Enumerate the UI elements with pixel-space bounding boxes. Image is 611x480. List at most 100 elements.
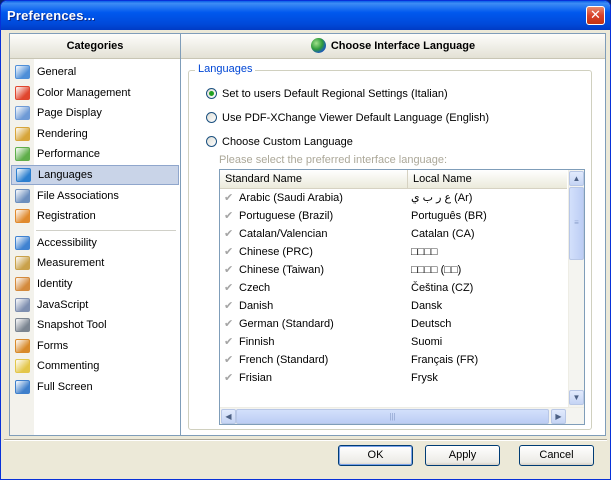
measurement-icon — [15, 256, 30, 271]
sidebar-item-general[interactable]: General — [11, 62, 179, 82]
scroll-down-button[interactable]: ▼ — [569, 390, 584, 405]
language-hint: Please select the preferred interface la… — [219, 154, 448, 166]
sidebar-item-measurement[interactable]: Measurement — [11, 253, 179, 273]
standard-name-cell: German (Standard) — [239, 318, 334, 330]
radio-button[interactable] — [206, 88, 217, 99]
language-row[interactable]: ✔ Danish Dansk — [220, 297, 567, 315]
accessibility-icon — [15, 235, 30, 250]
sidebar-item-commenting[interactable]: Commenting — [11, 356, 179, 376]
language-row[interactable]: ✔ Chinese (Taiwan) □□□□ (□□) — [220, 261, 567, 279]
language-list[interactable]: Standard Name Local Name ✔ Arabic (Saudi … — [219, 169, 585, 425]
checkmark-icon: ✔ — [224, 210, 234, 222]
standard-name-cell: Frisian — [239, 372, 273, 384]
chevron-left-icon: ◀ — [225, 412, 232, 421]
horizontal-scrollbar[interactable]: ◀ ||| ▶ — [220, 407, 584, 424]
title-bar[interactable]: Preferences... ✕ — [1, 1, 610, 30]
checkmark-icon: ✔ — [224, 354, 234, 366]
column-standard-name[interactable]: Standard Name — [220, 170, 408, 188]
sidebar-item-rendering[interactable]: Rendering — [11, 124, 179, 144]
sidebar-item-label: Languages — [38, 169, 93, 181]
dialog-client-area: Categories General Color Management Page D… — [4, 30, 607, 476]
sidebar-item-color-management[interactable]: Color Management — [11, 83, 179, 103]
vertical-scroll-thumb[interactable]: ≡ — [569, 187, 584, 260]
close-button[interactable]: ✕ — [586, 6, 605, 25]
sidebar-item-performance[interactable]: Performance — [11, 144, 179, 164]
sidebar-item-label: Rendering — [37, 127, 88, 140]
local-name-cell: Dansk — [411, 300, 443, 312]
language-row[interactable]: ✔ French (Standard) Français (FR) — [220, 351, 567, 369]
bottom-separator — [4, 439, 607, 441]
rendering-icon — [15, 126, 30, 141]
content-header: Choose Interface Language — [181, 34, 605, 59]
radio-button[interactable] — [206, 112, 217, 123]
grip-icon: ||| — [389, 412, 396, 421]
language-row[interactable]: ✔ Czech Čeština (CZ) — [220, 279, 567, 297]
local-name-cell: Suomi — [411, 336, 443, 348]
language-row[interactable]: ✔ Chinese (PRC) □□□□ — [220, 243, 567, 261]
radio-label: Set to users Default Regional Settings (… — [222, 88, 448, 100]
radio-button[interactable] — [206, 136, 217, 147]
language-row[interactable]: ✔ Finnish Suomi — [220, 333, 567, 351]
chevron-down-icon: ▼ — [572, 393, 581, 402]
sidebar-item-label: File Associations — [37, 189, 119, 202]
sidebar-item-page-display[interactable]: Page Display — [11, 103, 179, 123]
globe-icon — [310, 37, 326, 53]
language-row[interactable]: ✔ German (Standard) Deutsch — [220, 315, 567, 333]
full-screen-icon — [15, 380, 30, 394]
commenting-icon — [15, 359, 30, 374]
forms-icon — [15, 338, 30, 353]
language-row[interactable]: ✔ Portuguese (Brazil) Português (BR) — [220, 207, 567, 225]
standard-name-cell: Danish — [239, 300, 274, 312]
checkmark-icon: ✔ — [224, 192, 234, 204]
radio-label: Use PDF-XChange Viewer Default Language … — [222, 112, 489, 124]
categories-panel: Categories General Color Management Page D… — [9, 33, 181, 436]
languages-group-label: Languages — [195, 63, 256, 75]
horizontal-scroll-thumb[interactable]: ||| — [236, 409, 549, 424]
file-associations-icon — [15, 188, 30, 203]
grip-icon: ≡ — [574, 218, 579, 227]
performance-icon — [15, 147, 30, 162]
local-name-cell: □□□□ — [411, 246, 438, 258]
ok-button[interactable]: OK — [338, 445, 413, 466]
sidebar-item-snapshot-tool[interactable]: Snapshot Tool — [11, 315, 179, 335]
checkmark-icon: ✔ — [224, 228, 234, 240]
standard-name-cell: Arabic (Saudi Arabia) — [239, 192, 343, 204]
registration-icon — [15, 209, 30, 224]
local-name-cell: Deutsch — [411, 318, 452, 330]
scroll-left-button[interactable]: ◀ — [221, 409, 236, 424]
sidebar-item-forms[interactable]: Forms — [11, 336, 179, 356]
chevron-right-icon: ▶ — [555, 412, 562, 421]
list-body: ✔ Arabic (Saudi Arabia) ع ر ب ي (Ar) ✔ Portu… — [220, 189, 567, 407]
language-row[interactable]: ✔ Catalan/Valencian Catalan (CA) — [220, 225, 567, 243]
cancel-button[interactable]: Cancel — [519, 445, 594, 466]
sidebar-item-full-screen[interactable]: Full Screen — [11, 377, 179, 397]
sidebar-item-javascript[interactable]: JavaScript — [11, 295, 179, 315]
color-management-icon — [15, 85, 30, 100]
sidebar-item-identity[interactable]: Identity — [11, 274, 179, 294]
sidebar-item-label: Registration — [37, 210, 96, 223]
scroll-up-button[interactable]: ▲ — [569, 171, 584, 186]
local-name-cell: Čeština (CZ) — [411, 282, 474, 294]
sidebar-item-accessibility[interactable]: Accessibility — [11, 233, 179, 253]
standard-name-cell: Czech — [239, 282, 271, 294]
sidebar-item-label: Full Screen — [37, 381, 93, 393]
snapshot-tool-icon — [15, 318, 30, 333]
sidebar-item-label: Commenting — [37, 360, 100, 373]
checkmark-icon: ✔ — [224, 300, 234, 312]
column-local-name[interactable]: Local Name — [408, 170, 567, 188]
language-row[interactable]: ✔ Frisian Frysk — [220, 369, 567, 387]
sidebar-item-label: JavaScript — [37, 298, 89, 311]
sidebar-item-languages[interactable]: Languages — [11, 165, 179, 185]
apply-button[interactable]: Apply — [425, 445, 500, 466]
page-display-icon — [15, 106, 30, 121]
sidebar-item-registration[interactable]: Registration — [11, 206, 179, 226]
vertical-scrollbar[interactable]: ▲ ≡ ▼ — [568, 170, 584, 407]
sidebar-item-label: Color Management — [37, 86, 131, 99]
standard-name-cell: Chinese (PRC) — [239, 246, 313, 258]
sidebar-item-label: Identity — [37, 278, 73, 290]
close-icon: ✕ — [590, 7, 601, 22]
scroll-right-button[interactable]: ▶ — [551, 409, 566, 424]
local-name-cell: ع ر ب ي (Ar) — [411, 192, 473, 204]
language-row[interactable]: ✔ Arabic (Saudi Arabia) ع ر ب ي (Ar) — [220, 189, 567, 207]
sidebar-item-file-associations[interactable]: File Associations — [11, 186, 179, 206]
